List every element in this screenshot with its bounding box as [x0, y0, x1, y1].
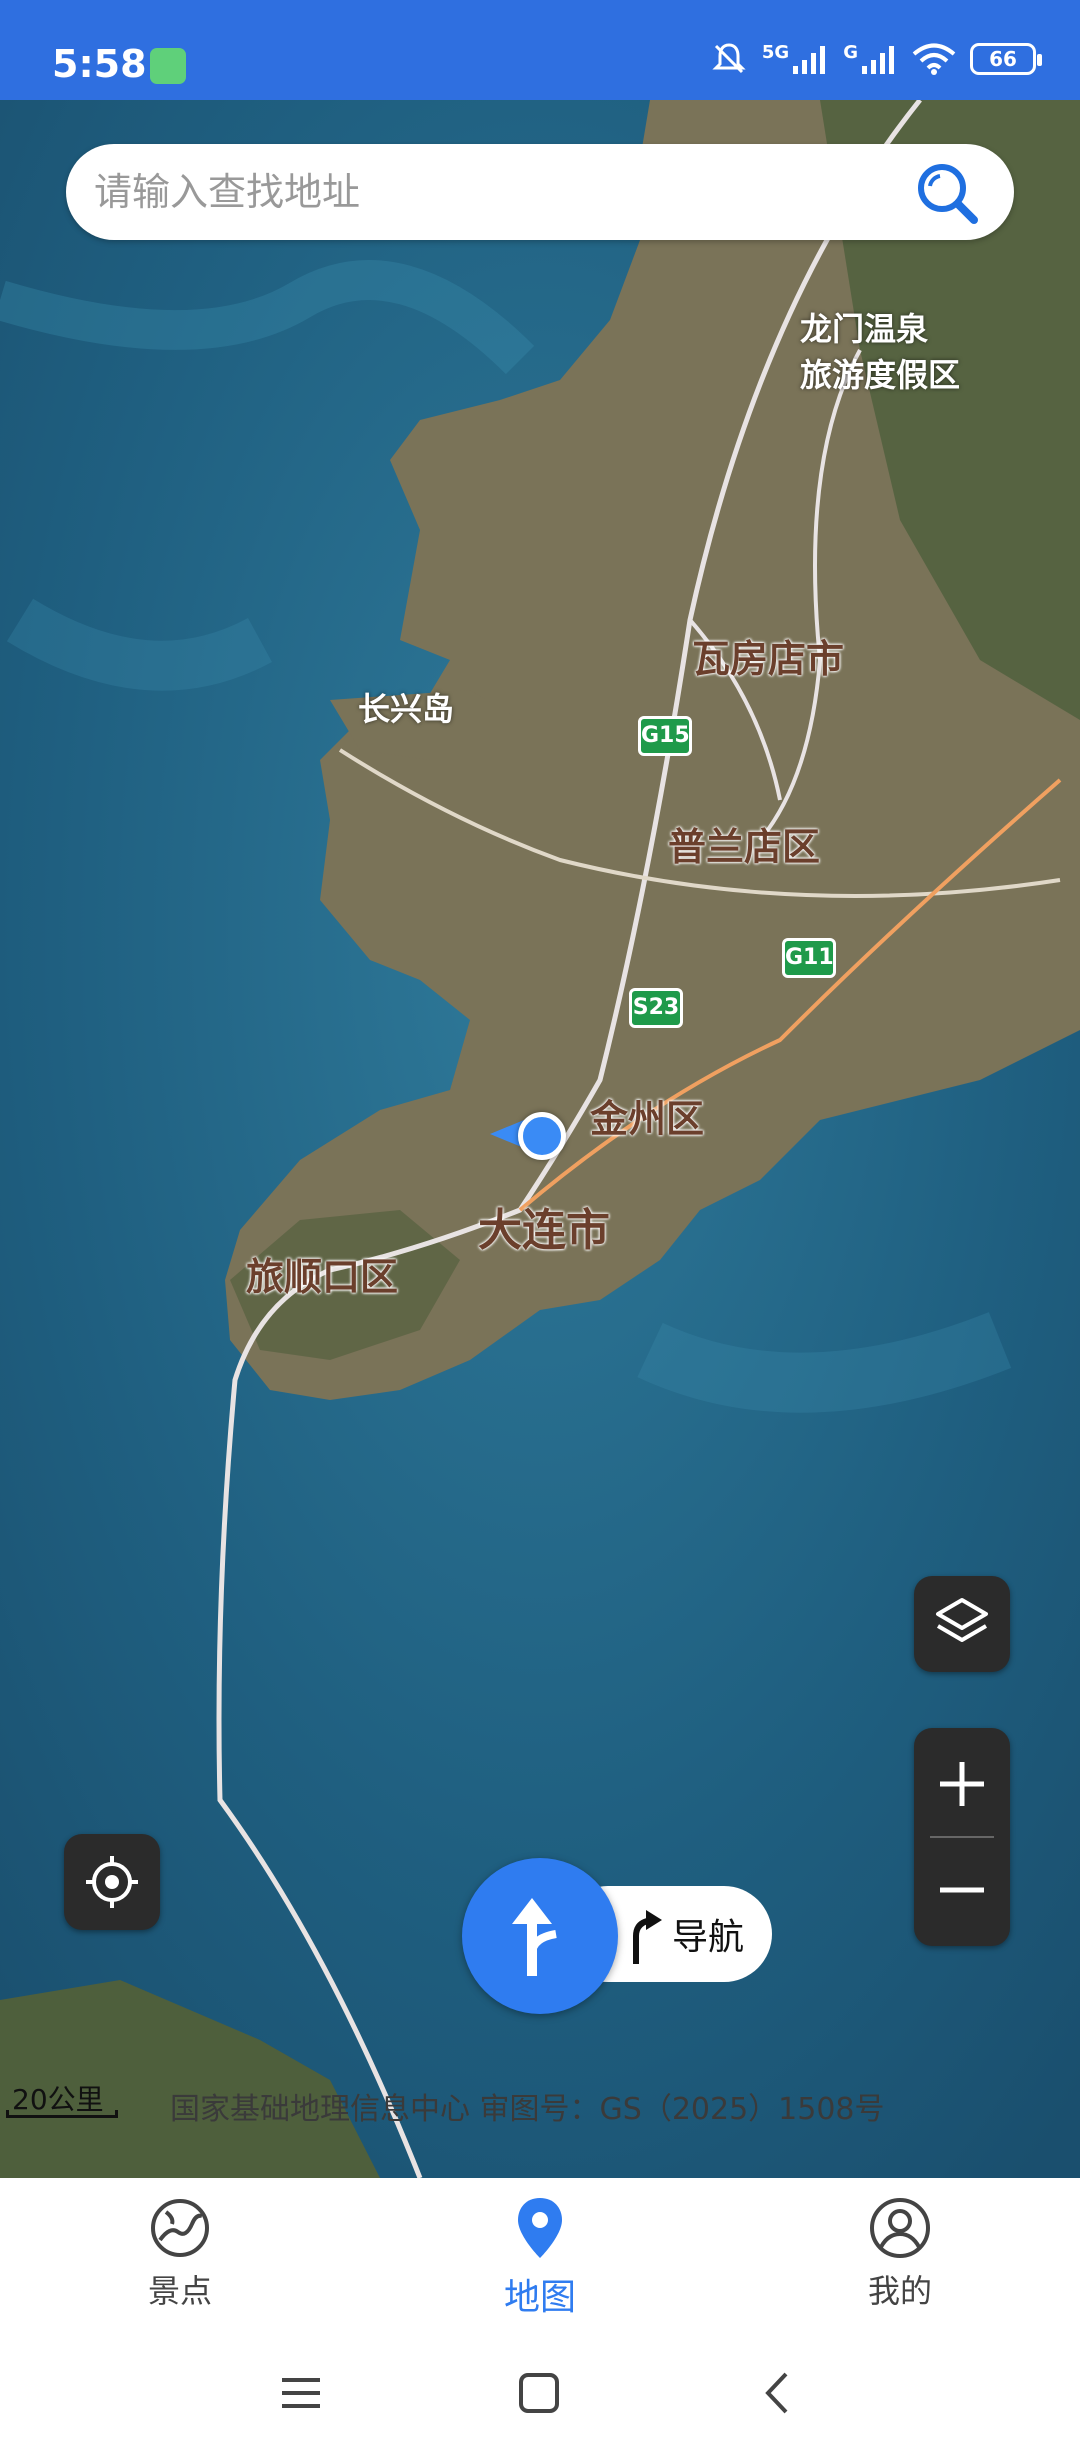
highway-shield-s23: S23	[629, 988, 683, 1028]
status-icons: 5G G 66	[710, 40, 1042, 78]
signal-icon	[793, 46, 826, 74]
bell-muted-icon	[712, 43, 746, 74]
current-location-marker[interactable]	[518, 1112, 566, 1160]
network-5g-label: 5G	[761, 41, 790, 63]
place-dalian: 大连市	[478, 1205, 610, 1256]
place-longmen-line1: 龙门温泉	[800, 310, 929, 348]
wifi-icon	[912, 43, 956, 75]
status-time: 5:58	[52, 42, 147, 86]
place-wafangdian: 瓦房店市	[692, 637, 845, 681]
navigate-label: 导航	[672, 1917, 745, 1958]
plus-icon	[940, 1762, 984, 1806]
highway-shield-g15: G15	[638, 716, 692, 756]
zoom-out-button[interactable]	[914, 1838, 1010, 1946]
locate-me-button[interactable]	[64, 1834, 160, 1930]
menu-icon[interactable]	[278, 2370, 324, 2416]
back-icon[interactable]	[756, 2370, 802, 2416]
fork-arrow-icon	[512, 1898, 557, 1976]
highway-shield-g11: G11	[782, 938, 836, 978]
network-g-label: G	[843, 41, 858, 63]
user-icon	[870, 2198, 930, 2258]
tab-mine-label: 我的	[867, 2272, 932, 2310]
place-longmen: 龙门温泉 旅游度假区	[800, 306, 960, 398]
signal-icon-2	[862, 46, 894, 74]
battery-icon: 66	[970, 43, 1042, 75]
crosshair-icon	[86, 1856, 138, 1908]
place-changxing: 长兴岛	[358, 690, 455, 728]
minus-icon	[940, 1887, 984, 1893]
search-input[interactable]	[94, 144, 914, 240]
scale-bar	[6, 2110, 118, 2118]
tab-spots-label: 景点	[147, 2272, 212, 2310]
tab-mine[interactable]: 我的	[800, 2196, 1000, 2316]
system-nav-bar	[0, 2328, 1080, 2460]
tab-map-label: 地图	[503, 2277, 576, 2318]
status-bar: 5:58 5G G 66	[0, 0, 1080, 100]
place-pulandian: 普兰店区	[668, 825, 821, 869]
place-longmen-line2: 旅游度假区	[800, 356, 961, 394]
home-icon[interactable]	[516, 2370, 562, 2416]
route-button[interactable]	[462, 1858, 618, 2014]
map-view[interactable]: 龙门温泉 旅游度假区 瓦房店市 长兴岛 普兰店区 金州区 大连市 旅顺口区 G1…	[0, 100, 1080, 2178]
search-icon[interactable]	[914, 160, 980, 226]
place-jinzhou: 金州区	[590, 1097, 705, 1141]
place-lushun: 旅顺口区	[246, 1255, 399, 1299]
map-pin-icon	[518, 2198, 562, 2258]
bottom-tab-bar: 景点 地图 我的	[0, 2178, 1080, 2328]
tab-map[interactable]: 地图	[440, 2196, 640, 2318]
layers-icon	[936, 1598, 988, 1642]
tab-spots[interactable]: 景点	[80, 2196, 280, 2316]
turn-right-icon	[633, 1910, 662, 1964]
android-app-icon	[150, 48, 186, 84]
layers-button[interactable]	[914, 1576, 1010, 1672]
map-copyright: 国家基础地理信息中心 审图号：GS（2025）1508号	[170, 2092, 885, 2127]
zoom-in-button[interactable]	[914, 1728, 1010, 1836]
zoom-control	[914, 1728, 1010, 1946]
globe-icon	[151, 2199, 209, 2257]
search-bar	[66, 144, 1014, 240]
